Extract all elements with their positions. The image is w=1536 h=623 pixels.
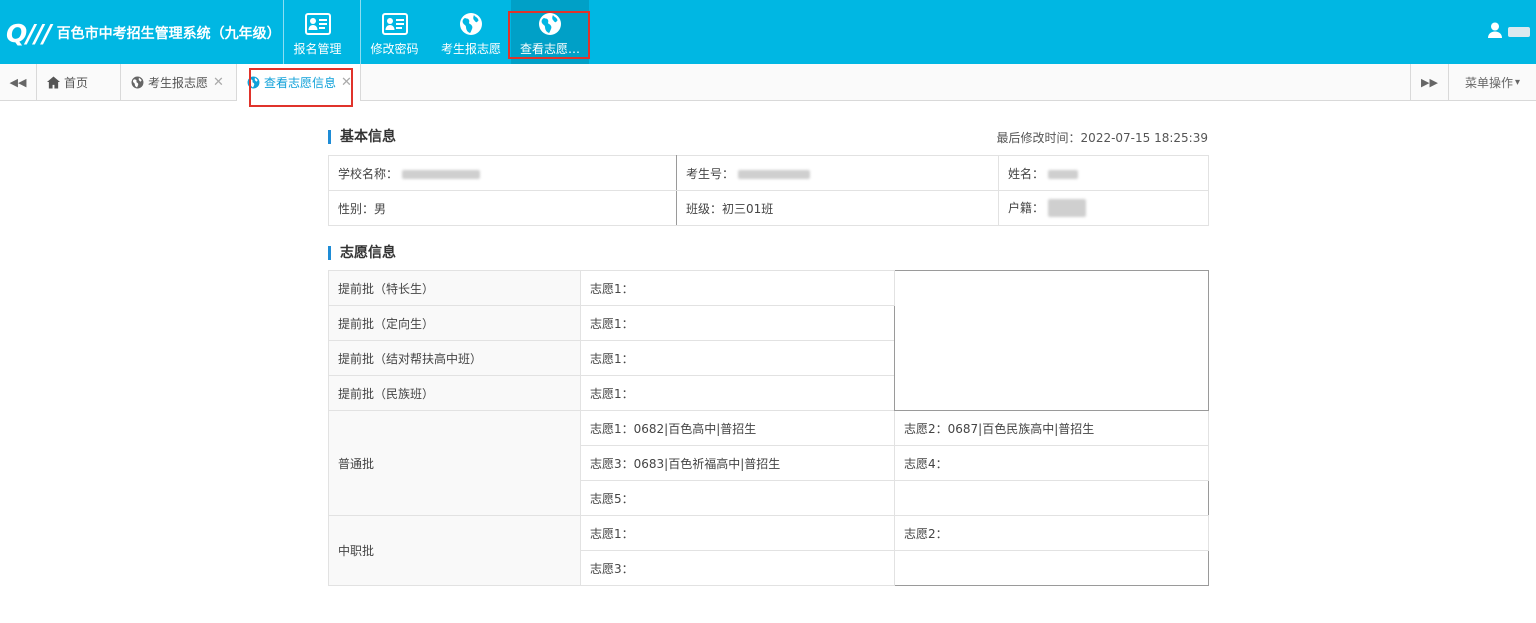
class-label: 班级： bbox=[686, 201, 723, 216]
exam-no-cell: 考生号： bbox=[676, 155, 999, 191]
id-card-icon bbox=[304, 10, 332, 38]
close-icon[interactable]: ✕ bbox=[213, 75, 224, 90]
close-icon[interactable]: ✕ bbox=[341, 75, 352, 90]
menu-label: 菜单操作 bbox=[1464, 75, 1513, 90]
table-row: 学校名称： 考生号： 姓名： bbox=[328, 155, 1209, 191]
school-label: 学校名称： bbox=[338, 166, 399, 181]
wish-cell: 志愿4： bbox=[894, 445, 1209, 481]
batch-cell: 提前批（定向生） bbox=[328, 305, 581, 341]
last-modified: 最后修改时间：2022-07-15 18:25:39 bbox=[997, 129, 1208, 146]
nav-label: 查看志愿… bbox=[519, 42, 580, 56]
wish-cell: 志愿1： bbox=[580, 270, 895, 306]
tab-label: 考生报志愿 bbox=[148, 75, 209, 90]
nav-label: 报名管理 bbox=[293, 42, 342, 56]
table-row: 中职批 志愿1： 志愿2： bbox=[328, 515, 1209, 586]
globe-icon bbox=[247, 76, 260, 89]
nav-label: 考生报志愿 bbox=[440, 42, 501, 56]
double-chevron-left-icon: ◀◀ bbox=[9, 75, 27, 89]
tab-menu-dropdown[interactable]: 菜单操作 ▾ bbox=[1448, 64, 1536, 100]
wish-cell: 志愿1： bbox=[580, 375, 895, 411]
double-chevron-right-icon: ▶▶ bbox=[1421, 75, 1438, 89]
globe-icon bbox=[131, 76, 144, 89]
tab-scroll-left-button[interactable]: ◀◀ bbox=[0, 64, 37, 100]
name-label: 姓名： bbox=[1008, 166, 1045, 181]
empty-cell bbox=[894, 550, 1209, 586]
nav-label: 修改密码 bbox=[370, 42, 419, 56]
class-cell: 班级：初三01班 bbox=[676, 190, 999, 226]
hukou-cell: 户籍： bbox=[998, 190, 1209, 226]
home-icon bbox=[47, 75, 60, 89]
nav-view-wish-button[interactable]: 查看志愿… bbox=[511, 0, 589, 64]
tab-label: 查看志愿信息 bbox=[264, 76, 337, 90]
tab-home[interactable]: 首页 bbox=[37, 64, 121, 100]
gender-cell: 性别：男 bbox=[328, 190, 677, 226]
user-menu[interactable] bbox=[1488, 20, 1536, 44]
basic-info-title: 基本信息 bbox=[328, 130, 396, 144]
nav-apply-wish-button[interactable]: 考生报志愿 bbox=[436, 0, 506, 64]
last-modified-label: 最后修改时间： bbox=[996, 131, 1081, 145]
last-modified-value: 2022-07-15 18:25:39 bbox=[1080, 131, 1208, 145]
wish-cell: 志愿2：0687|百色民族高中|普招生 bbox=[894, 410, 1209, 446]
nav-change-password-button[interactable]: 修改密码 bbox=[360, 0, 428, 64]
wish-cell: 志愿1： bbox=[580, 340, 895, 376]
tab-apply-wish[interactable]: 考生报志愿 ✕ bbox=[121, 64, 237, 100]
user-name-redacted bbox=[1508, 27, 1530, 37]
class-value: 初三01班 bbox=[722, 201, 774, 216]
wish-cell: 志愿1： bbox=[580, 515, 895, 551]
wish-cell: 志愿2： bbox=[894, 515, 1209, 551]
wish-cell: 志愿5： bbox=[580, 480, 895, 516]
gender-label: 性别： bbox=[338, 201, 375, 216]
top-navigation-bar: Q/// 百色市中考招生管理系统（九年级） 报名管理 修改密码 考生报志愿 查看… bbox=[0, 0, 1536, 64]
wish-info-table: 提前批（特长生） 志愿1： 提前批（定向生） 志愿1： 提前批（结对帮扶高中班）… bbox=[328, 270, 1209, 586]
id-card-icon bbox=[381, 10, 409, 38]
logo-mark: Q/// bbox=[6, 18, 52, 48]
name-cell: 姓名： bbox=[998, 155, 1209, 191]
nav-registration-button[interactable]: 报名管理 bbox=[283, 0, 351, 64]
hukou-label: 户籍： bbox=[1008, 200, 1045, 215]
batch-cell: 提前批（民族班） bbox=[328, 375, 581, 411]
wish-cell: 志愿3：0683|百色祈福高中|普招生 bbox=[580, 445, 895, 481]
hukou-value-redacted bbox=[1047, 199, 1086, 218]
batch-cell: 普通批 bbox=[328, 410, 581, 516]
batch-cell: 提前批（特长生） bbox=[328, 270, 581, 306]
wish-cell: 志愿3： bbox=[580, 550, 895, 586]
wish-cell: 志愿1：0682|百色高中|普招生 bbox=[580, 410, 895, 446]
table-row: 提前批（特长生） 志愿1： bbox=[328, 270, 1209, 411]
tab-bar: ◀◀ 首页 考生报志愿 ✕ 查看志愿信息 ✕ ▶▶ 菜单操作 ▾ bbox=[0, 64, 1536, 101]
globe-icon bbox=[536, 10, 564, 38]
school-cell: 学校名称： bbox=[328, 155, 677, 191]
exam-no-label: 考生号： bbox=[686, 166, 735, 181]
tab-label: 首页 bbox=[64, 75, 89, 90]
gender-value: 男 bbox=[374, 201, 387, 216]
wish-info-title: 志愿信息 bbox=[328, 246, 396, 260]
wish-cell: 志愿1： bbox=[580, 305, 895, 341]
empty-cell bbox=[894, 480, 1209, 516]
batch-cell: 提前批（结对帮扶高中班） bbox=[328, 340, 581, 376]
name-value-redacted bbox=[1047, 169, 1078, 179]
school-value-redacted bbox=[401, 169, 480, 179]
empty-cell bbox=[894, 270, 1209, 411]
table-row: 性别：男 班级：初三01班 户籍： bbox=[328, 190, 1209, 226]
app-logo: Q/// 百色市中考招生管理系统（九年级） bbox=[6, 18, 281, 48]
basic-info-table: 学校名称： 考生号： 姓名： 性别：男 班级：初三01班 户籍： bbox=[328, 155, 1209, 226]
tab-scroll-right-button[interactable]: ▶▶ bbox=[1410, 64, 1448, 100]
chevron-down-icon: ▾ bbox=[1514, 76, 1521, 88]
batch-cell: 中职批 bbox=[328, 515, 581, 586]
user-icon bbox=[1488, 22, 1502, 42]
exam-no-value-redacted bbox=[737, 169, 810, 179]
table-row: 普通批 志愿1：0682|百色高中|普招生 志愿2：0687|百色民族高中|普招… bbox=[328, 410, 1209, 516]
tab-view-wish-info[interactable]: 查看志愿信息 ✕ bbox=[237, 64, 361, 101]
app-title: 百色市中考招生管理系统（九年级） bbox=[56, 26, 281, 42]
globe-icon bbox=[457, 10, 485, 38]
